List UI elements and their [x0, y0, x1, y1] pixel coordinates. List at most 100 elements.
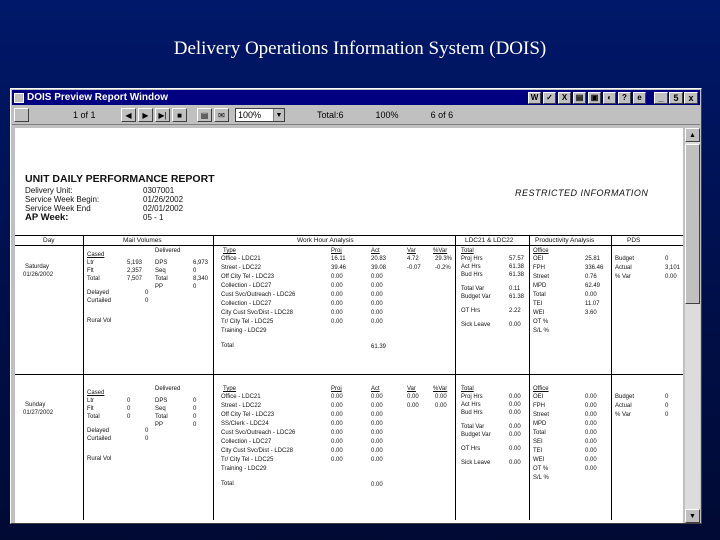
percent-loaded: 100%	[375, 110, 399, 120]
next-page-button[interactable]: ▶	[138, 108, 153, 122]
delivered-label: Seq	[155, 268, 166, 274]
act-value: 0.00	[371, 457, 383, 463]
volume-label: Curtailed	[87, 298, 112, 304]
pds-label: Actual	[615, 265, 632, 271]
scroll-thumb[interactable]	[685, 144, 700, 304]
proj-value: 0.00	[331, 283, 343, 289]
info-value: 05 - 1	[143, 213, 164, 222]
office-label: OT %	[533, 466, 549, 472]
prev-page-button[interactable]: ◀	[121, 108, 136, 122]
section-header: Day Mail Volumes Work Hour Analysis LDC2…	[15, 235, 683, 246]
summary-value: 0.00	[509, 460, 521, 466]
globe-icon[interactable]: ◐	[603, 91, 616, 104]
hour-type: Collection - LDC27	[221, 301, 272, 307]
pds-value: 0.00	[665, 274, 677, 280]
proj-value: 0.00	[331, 439, 343, 445]
pds-label: Actual	[615, 403, 632, 409]
summary-value: 0.00	[509, 402, 521, 408]
office-value: 0.76	[585, 274, 597, 280]
delivered-label: Total	[155, 276, 168, 282]
day-name: Sunday	[25, 402, 46, 408]
hour-type: Off City Tel - LDC23	[221, 274, 275, 280]
scroll-down-icon[interactable]: ▼	[685, 509, 700, 523]
pds-label: Budget	[615, 256, 635, 262]
help-icon[interactable]: ?	[618, 91, 631, 104]
hour-type: Cust Svc/Outreach - LDC26	[221, 430, 296, 436]
preview-report-window: DOIS Preview Report Window W ✓ X ▤ ▣ ◐ ?…	[10, 88, 702, 524]
delivered-value: 0	[193, 414, 197, 420]
office-value: 0.00	[585, 439, 597, 445]
act-value: 0.00	[371, 403, 383, 409]
toolbar-button-blank[interactable]	[14, 108, 29, 122]
summary-label: Proj Hrs	[461, 256, 483, 262]
act-value: 0.00	[371, 301, 383, 307]
office-value: 0.00	[585, 430, 597, 436]
stop-button[interactable]: ■	[172, 108, 187, 122]
cased-value: 0	[127, 406, 131, 412]
pds-value: 0	[665, 412, 669, 418]
office-value: 0.00	[585, 412, 597, 418]
browser-icon[interactable]: e	[633, 91, 646, 104]
var-value: -0.07	[407, 265, 421, 271]
header-mail-volumes: Mail Volumes	[123, 237, 162, 244]
act-value: 0.00	[371, 448, 383, 454]
delivered-value: 8,340	[193, 276, 209, 282]
office-label: Total	[533, 430, 546, 436]
summary-value: 0.00	[509, 432, 521, 438]
office-label: TEI	[533, 448, 543, 454]
delivered-label: PP	[155, 284, 164, 290]
image-icon[interactable]: ▣	[588, 91, 601, 104]
summary-label: Act Hrs	[461, 402, 481, 408]
office-label: MPD	[533, 283, 547, 289]
summary-value: 61.38	[509, 294, 525, 300]
zoom-select[interactable]: 100% ▼	[235, 108, 285, 122]
office-label: MPD	[533, 421, 547, 427]
proj-value: 0.00	[331, 403, 343, 409]
var-value: 0.00	[407, 403, 419, 409]
print-icon[interactable]: ▤	[197, 108, 212, 122]
window-titlebar[interactable]: DOIS Preview Report Window W ✓ X ▤ ▣ ◐ ?…	[12, 90, 700, 105]
cased-value: 5,193	[127, 260, 143, 266]
vertical-scrollbar[interactable]: ▲ ▼	[685, 128, 700, 523]
act-value: 0.00	[371, 394, 383, 400]
cased-head: Cased	[87, 390, 105, 396]
summary-value: 0.00	[509, 410, 521, 416]
check-icon[interactable]: ✓	[543, 91, 556, 104]
cased-head: Cased	[87, 252, 105, 258]
word-icon[interactable]: W	[528, 91, 541, 104]
document-icon[interactable]: ▤	[573, 91, 586, 104]
record-count: 6 of 6	[430, 110, 454, 120]
hour-type: City Cust Svc/Dist - LDC28	[221, 448, 294, 454]
summary-label: Act Hrs	[461, 264, 481, 270]
hour-type: Training - LDC29	[221, 466, 267, 472]
hour-total: 0.00	[371, 482, 383, 488]
export-icon[interactable]: ✉	[214, 108, 229, 122]
page-indicator: 1 of 1	[73, 110, 96, 120]
proj-value: 39.46	[331, 265, 347, 271]
excel-icon[interactable]: X	[558, 91, 571, 104]
preview-toolbar: 1 of 1 ◀ ▶ ▶| ■ ▤ ✉ 100% ▼ Total:6 100% …	[12, 106, 700, 125]
last-page-button[interactable]: ▶|	[155, 108, 170, 122]
pds-label: % Var	[615, 274, 631, 280]
proj-value: 0.00	[331, 457, 343, 463]
pvar-value: 29.3%	[435, 256, 453, 262]
report-title: UNIT DAILY PERFORMANCE REPORT	[25, 173, 215, 185]
volume-label: Rural Vol	[87, 456, 112, 462]
act-value: 0.00	[371, 421, 383, 427]
delivered-value: 0	[193, 398, 197, 404]
office-label: S/L %	[533, 475, 549, 481]
app-icon	[14, 92, 24, 103]
day-date: 01/27/2002	[23, 410, 54, 416]
restore-button[interactable]: 5	[669, 91, 683, 104]
pvar-value: 0.00	[435, 403, 447, 409]
office-value: 336.46	[585, 265, 604, 271]
minimize-button[interactable]: _	[654, 91, 668, 104]
close-button[interactable]: x	[684, 91, 698, 104]
info-label: Delivery Unit:	[25, 186, 73, 195]
delivered-label: Total	[155, 414, 168, 420]
act-value: 0.00	[371, 310, 383, 316]
act-value: 0.00	[371, 439, 383, 445]
chevron-down-icon[interactable]: ▼	[273, 109, 284, 121]
taskbar-icons: W ✓ X ▤ ▣ ◐ ? e	[528, 91, 646, 104]
scroll-up-icon[interactable]: ▲	[685, 128, 700, 142]
